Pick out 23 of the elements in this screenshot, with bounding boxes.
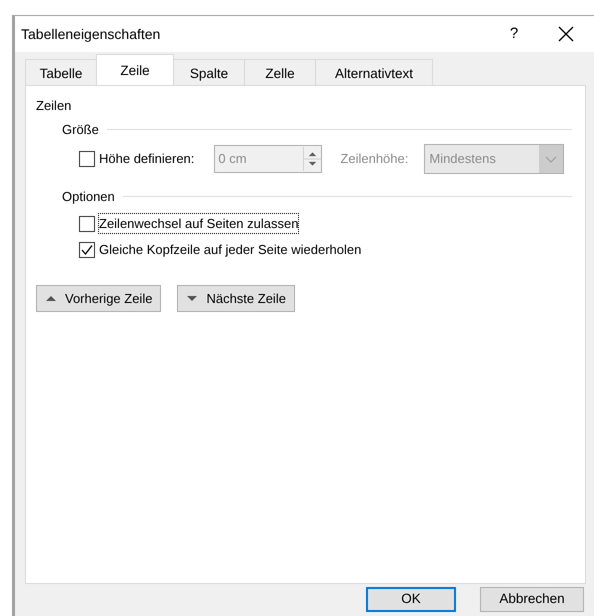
dialog-button[interactable]: OK [366,587,456,612]
group-title: Zeilen [36,97,72,115]
checkbox[interactable] [79,242,95,258]
tab[interactable]: Alternativtext [315,59,433,85]
window-title: Tabelleneigenschaften [21,24,162,44]
close-icon[interactable] [558,26,574,42]
checkbox[interactable] [79,216,95,232]
checkbox-label[interactable]: Gleiche Kopfzeile auf jeder Seite wiederholen [99,240,362,260]
checkbox-label[interactable]: Höhe definieren: [99,149,194,169]
group-heading: Optionen [62,188,115,206]
row-height-label: Zeilenhöhe: [340,150,408,168]
nav-button[interactable]: Nächste Zeile [177,284,295,312]
group-heading: Größe [62,120,99,138]
triangle-down-icon [186,294,198,303]
triangle-up-icon [45,294,57,303]
checkbox[interactable] [79,151,95,167]
tab[interactable]: Zeile [96,54,174,85]
check-icon [80,242,94,256]
dialog-button[interactable]: Abbrechen [480,587,584,612]
help-button[interactable]: ? [502,22,526,46]
nav-button[interactable]: Vorherige Zeile [36,284,162,312]
checkbox-label[interactable]: Zeilenwechsel auf Seiten zulassen [99,214,298,234]
tab[interactable]: Tabelle [25,59,97,85]
